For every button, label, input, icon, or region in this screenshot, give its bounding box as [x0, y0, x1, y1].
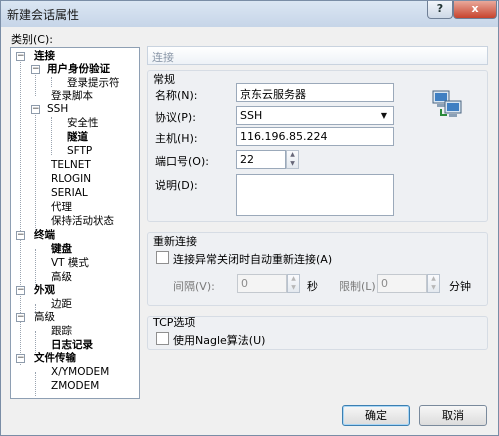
tree-item-advanced2[interactable]: 高级 [34, 311, 55, 324]
interval-label: 间隔(V): [173, 280, 215, 293]
nagle-checkbox[interactable] [156, 332, 169, 345]
protocol-select[interactable]: SSH ▼ [236, 106, 394, 125]
tcp-group-title: TCP选项 [153, 316, 196, 329]
interval-unit: 秒 [307, 280, 318, 293]
tree-item-sftp[interactable]: SFTP [67, 145, 92, 158]
tree-item-serial[interactable]: SERIAL [51, 187, 88, 200]
name-field[interactable]: 京东云服务器 [236, 83, 394, 102]
collapse-icon[interactable]: − [31, 105, 40, 114]
tree-item-login-script[interactable]: 登录脚本 [51, 90, 93, 103]
tree-guide-line [51, 117, 52, 155]
collapse-icon[interactable]: − [31, 65, 40, 74]
session-properties-dialog: 新建会话属性 ? x 类别(C): − − − − − − − 连接 用户身份验… [0, 0, 499, 436]
tree-item-vt-mode[interactable]: VT 模式 [51, 257, 89, 270]
tree-item-proxy[interactable]: 代理 [51, 201, 72, 214]
host-label: 主机(H): [155, 132, 198, 145]
port-stepper[interactable]: ▲ ▼ [286, 150, 299, 169]
chevron-down-icon: ▼ [380, 111, 388, 120]
tree-item-user-auth[interactable]: 用户身份验证 [47, 63, 110, 76]
tree-item-security[interactable]: 安全性 [67, 117, 99, 130]
reconnect-group [147, 232, 488, 306]
tree-item-logging[interactable]: 日志记录 [51, 339, 93, 352]
collapse-icon[interactable]: − [16, 231, 25, 240]
name-label: 名称(N): [155, 89, 198, 102]
protocol-label: 协议(P): [155, 111, 196, 124]
spin-up-icon[interactable]: ▲ [287, 151, 298, 160]
general-group-title: 常规 [153, 73, 175, 86]
tree-item-rlogin[interactable]: RLOGIN [51, 173, 91, 186]
tree-item-terminal[interactable]: 终端 [34, 229, 55, 242]
spin-up-icon[interactable]: ▲ [428, 275, 439, 284]
reconnect-group-title: 重新连接 [153, 235, 197, 248]
spin-down-icon[interactable]: ▼ [287, 160, 298, 169]
title-bar: 新建会话属性 ? x [1, 1, 498, 27]
help-button[interactable]: ? [427, 1, 453, 19]
tree-item-ssh[interactable]: SSH [47, 103, 68, 116]
port-field[interactable]: 22 [236, 150, 286, 169]
window-title: 新建会话属性 [7, 8, 80, 22]
limit-label: 限制(L): [339, 280, 380, 293]
tree-item-tunnel[interactable]: 隧道 [67, 131, 88, 144]
tree-item-advanced[interactable]: 高级 [51, 271, 72, 284]
limit-stepper[interactable]: ▲ ▼ [427, 274, 440, 293]
collapse-icon[interactable]: − [16, 286, 25, 295]
nagle-label[interactable]: 使用Nagle算法(U) [173, 332, 265, 348]
tree-item-xymodem[interactable]: X/YMODEM [51, 366, 109, 379]
tree-guide-line [35, 372, 36, 396]
tree-item-keyboard[interactable]: 键盘 [51, 243, 72, 256]
collapse-icon[interactable]: − [16, 313, 25, 322]
spin-up-icon[interactable]: ▲ [288, 275, 299, 284]
tree-guide-line [35, 110, 36, 232]
tree-item-telnet[interactable]: TELNET [51, 159, 91, 172]
limit-field[interactable]: 0 [377, 274, 427, 293]
network-computers-icon [432, 90, 462, 117]
collapse-icon[interactable]: − [16, 52, 25, 61]
host-field[interactable]: 116.196.85.224 [236, 127, 394, 146]
spin-down-icon[interactable]: ▼ [288, 284, 299, 293]
port-label: 端口号(O): [155, 155, 209, 168]
auto-reconnect-label[interactable]: 连接异常关闭时自动重新连接(A) [173, 251, 332, 267]
tree-item-trace[interactable]: 跟踪 [51, 325, 72, 338]
tree-item-connection[interactable]: 连接 [34, 50, 55, 63]
category-tree[interactable]: − − − − − − − 连接 用户身份验证 登录提示符 登录脚本 SSH 安… [10, 47, 140, 399]
tree-item-keepalive[interactable]: 保持活动状态 [51, 215, 114, 228]
tree-item-zmodem[interactable]: ZMODEM [51, 380, 99, 393]
description-field[interactable] [236, 174, 394, 216]
collapse-icon[interactable]: − [16, 354, 25, 363]
tree-guide-line [51, 77, 52, 87]
tree-guide-line [35, 249, 36, 287]
limit-unit: 分钟 [449, 280, 471, 293]
tree-item-file-transfer[interactable]: 文件传输 [34, 352, 76, 365]
tree-item-appearance[interactable]: 外观 [34, 284, 55, 297]
description-label: 说明(D): [155, 179, 198, 192]
auto-reconnect-checkbox[interactable] [156, 251, 169, 264]
tree-item-margin[interactable]: 边距 [51, 298, 72, 311]
panel-header: 连接 [147, 46, 488, 65]
protocol-value: SSH [240, 109, 263, 122]
ok-button[interactable]: 确定 [342, 405, 410, 426]
category-label: 类别(C): [11, 33, 53, 46]
spin-down-icon[interactable]: ▼ [428, 284, 439, 293]
tree-item-login-prompt[interactable]: 登录提示符 [67, 77, 120, 90]
close-button[interactable]: x [453, 1, 497, 19]
cancel-button[interactable]: 取消 [419, 405, 487, 426]
interval-stepper[interactable]: ▲ ▼ [287, 274, 300, 293]
interval-field[interactable]: 0 [237, 274, 287, 293]
